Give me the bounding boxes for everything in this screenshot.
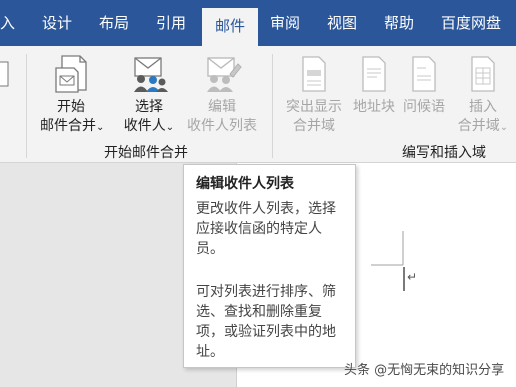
edit-button-line1: 编辑	[208, 99, 236, 115]
greeting-button-label: 问候语	[403, 99, 445, 115]
address-block-icon	[362, 56, 386, 92]
watermark-text: 头条 @无恟无束的知识分享	[344, 363, 505, 378]
highlight-button-line2: 合并域	[293, 118, 335, 134]
ribbon-tab-bar: 入 设计 布局 引用 邮件 审阅 视图 帮助 百度网盘	[0, 0, 516, 46]
mail-merge-start-icon	[55, 55, 87, 93]
tab-view[interactable]: 视图	[327, 0, 357, 46]
select-button-line2: 收件人⌄	[123, 118, 175, 134]
select-recipients-icon	[134, 57, 168, 92]
tab-review[interactable]: 审阅	[270, 0, 300, 46]
group-label-start-mail-merge: 开始邮件合并	[104, 145, 188, 161]
group-separator	[26, 54, 27, 158]
group-label-write-insert-fields: 编写和插入域	[402, 145, 486, 161]
tooltip-detail: 可对列表进行排序、筛选、查找和删除重复项，或验证列表中的地址。	[196, 284, 336, 360]
start-mail-merge-button[interactable]: 开始 邮件合并⌄	[40, 54, 105, 137]
tab-layout[interactable]: 布局	[99, 0, 129, 46]
svg-text:↵: ↵	[407, 270, 417, 284]
tab-mailings[interactable]: 邮件	[202, 8, 258, 46]
select-recipients-button[interactable]: 选择 收件人⌄	[114, 54, 184, 137]
start-button-line2: 邮件合并⌄	[40, 118, 105, 134]
edit-recipient-list-icon	[207, 57, 242, 92]
tab-baidu-netdisk[interactable]: 百度网盘	[441, 0, 501, 46]
tab-insert[interactable]: 入	[0, 0, 15, 46]
tooltip-description: 更改收件人列表，选择应接收信函的特定人员。	[196, 201, 336, 257]
tooltip-edit-recipient-list: 编辑收件人列表 更改收件人列表，选择应接收信函的特定人员。 可对列表进行排序、筛…	[183, 164, 356, 368]
address-block-button[interactable]: 地址块	[350, 54, 398, 117]
address-button-label: 地址块	[353, 99, 395, 115]
select-button-line1: 选择	[135, 99, 163, 115]
tab-design[interactable]: 设计	[42, 0, 72, 46]
greeting-line-icon	[412, 56, 436, 92]
insert-merge-field-icon	[471, 56, 495, 92]
tooltip-title: 编辑收件人列表	[196, 176, 294, 192]
start-button-line1: 开始	[57, 99, 85, 115]
highlight-button-line1: 突出显示	[286, 99, 342, 115]
edit-recipient-list-button[interactable]: 编辑 收件人列表	[184, 54, 260, 136]
edit-button-line2: 收件人列表	[187, 118, 257, 134]
partial-icon	[0, 61, 9, 87]
page-margin-mark: ↵	[371, 231, 417, 291]
tab-references[interactable]: 引用	[156, 0, 186, 46]
tab-help[interactable]: 帮助	[384, 0, 414, 46]
highlight-fields-icon	[302, 56, 326, 92]
greeting-line-button[interactable]: 问候语	[400, 54, 448, 117]
group-separator	[272, 54, 273, 158]
highlight-merge-fields-button[interactable]: 突出显示 合并域	[278, 54, 350, 136]
insert-button-line2: 合并域⌄	[457, 118, 509, 134]
insert-button-line1: 插入	[469, 99, 497, 115]
ribbon-panel: 开始 邮件合并⌄ 选择 收件人⌄ 编辑 收件人列表 开始邮件合并 突出显示 合并…	[0, 46, 516, 163]
insert-merge-field-button[interactable]: 插入 合并域⌄	[450, 54, 516, 137]
